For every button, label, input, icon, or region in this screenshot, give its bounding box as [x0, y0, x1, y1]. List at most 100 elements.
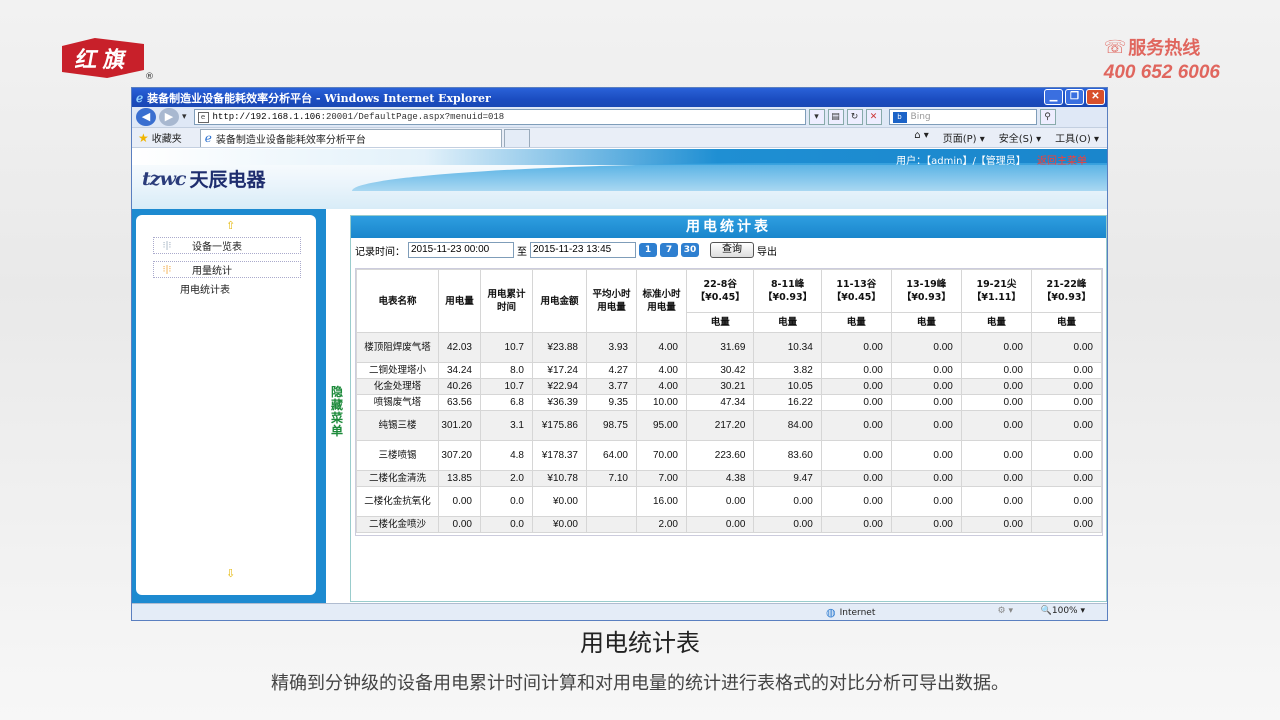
page-menu[interactable]: 页面(P) ▾: [943, 130, 985, 145]
table-row: 二铜处理塔小 34.24 8.0 ¥17.24 4.27 4.00 30.42 3.82 0.0…: [356, 362, 1103, 379]
compat-view-button[interactable]: ▤: [827, 109, 844, 125]
cell-period-5: 0.00: [960, 486, 1032, 517]
tools-menu[interactable]: 工具(O) ▾: [1055, 130, 1099, 145]
col-header-avg-hour: 平均小时用电量: [586, 269, 637, 333]
cell-amount: ¥178.37: [532, 440, 587, 471]
service-hotline: ☏ 服务热线 400 652 6006: [1104, 34, 1220, 84]
cell-std: 10.00: [636, 394, 687, 411]
range-1-day-button[interactable]: 1: [639, 243, 657, 257]
cell-period-2: 83.60: [753, 440, 822, 471]
search-input[interactable]: b Bing: [888, 109, 1037, 125]
cell-period-4: 0.00: [890, 378, 962, 395]
phone-icon: ☏: [1103, 36, 1127, 58]
close-button[interactable]: ✕: [1086, 89, 1105, 105]
globe-icon: ◍: [826, 606, 836, 619]
refresh-button[interactable]: ↻: [846, 109, 863, 125]
search-placeholder: Bing: [910, 112, 931, 122]
col-header-period-6: 21-22峰【¥0.93】: [1030, 269, 1103, 313]
col-subheader: 电量: [685, 312, 755, 333]
col-subheader: 电量: [890, 312, 962, 333]
url-input[interactable]: e http://192.168.1.106:20001/DefaultPage…: [193, 109, 806, 125]
favorites-label[interactable]: 收藏夹: [152, 130, 182, 145]
cell-period-1: 0.00: [685, 516, 755, 533]
cell-std: 7.00: [636, 470, 687, 487]
favorites-bar: ★ 收藏夹 ℯ 装备制造业设备能耗效率分析平台 ⌂ ▾ 页面(P) ▾ 安全(S…: [132, 128, 1107, 148]
home-icon[interactable]: ⌂ ▾: [914, 130, 929, 145]
cell-period-3: 0.00: [820, 486, 892, 517]
restore-button[interactable]: ❐: [1065, 89, 1084, 105]
sidebar-item-device-list[interactable]: ⁝|⁝ 设备一览表: [153, 237, 301, 254]
cell-time: 4.8: [480, 440, 533, 471]
cell-period-5: 0.00: [960, 516, 1032, 533]
cell-period-2: 9.47: [753, 470, 822, 487]
forward-button[interactable]: ▶: [159, 108, 179, 126]
search-button[interactable]: ⚲: [1039, 109, 1056, 125]
app-brand: tzwc 天辰电器: [142, 165, 266, 192]
cell-period-1: 0.00: [685, 486, 755, 517]
scroll-up-arrow-icon[interactable]: ⇧: [226, 219, 235, 232]
cell-period-2: 3.82: [753, 362, 822, 379]
url-host: http://192.168.1.106: [212, 112, 321, 122]
protected-mode-icon[interactable]: ⚙ ▾: [998, 606, 1013, 616]
cell-avg: 64.00: [586, 440, 637, 471]
cell-period-5: 0.00: [960, 332, 1032, 363]
stop-button[interactable]: ✕: [865, 109, 882, 125]
window-titlebar[interactable]: ℯ 装备制造业设备能耗效率分析平台 - Windows Internet Exp…: [132, 88, 1107, 107]
cell-period-5: 0.00: [960, 410, 1032, 441]
minimize-button[interactable]: ▁: [1044, 89, 1063, 105]
hide-menu-toggle[interactable]: 隐藏菜单: [329, 386, 345, 438]
brand-name: 天辰电器: [189, 169, 266, 191]
end-time-input[interactable]: 2015-11-23 13:45: [530, 242, 636, 258]
dial-icon: ⁝|⁝: [162, 240, 172, 251]
safety-menu[interactable]: 安全(S) ▾: [999, 130, 1041, 145]
zoom-level[interactable]: 🔍100% ▾: [1041, 606, 1085, 616]
range-30-day-button[interactable]: 30: [681, 243, 699, 257]
col-header-period-2: 8-11峰【¥0.93】: [753, 269, 822, 313]
scroll-down-arrow-icon[interactable]: ⇩: [226, 567, 235, 580]
history-dropdown-icon[interactable]: ▾: [182, 112, 187, 122]
report-title: 用电统计表: [351, 216, 1106, 238]
table-row: 化金处理塔 40.26 10.7 ¥22.94 3.77 4.00 30.21 10.05 0.…: [356, 378, 1103, 395]
tab-ie-icon: ℯ: [204, 131, 212, 145]
start-time-input[interactable]: 2015-11-23 00:00: [408, 242, 514, 258]
cell-usage: 0.00: [438, 516, 481, 533]
cell-usage: 34.24: [438, 362, 481, 379]
table-row: 三楼喷锡 307.20 4.8 ¥178.37 64.00 70.00 223.60 83.6…: [356, 440, 1103, 471]
back-button[interactable]: ◀: [136, 108, 156, 126]
sidebar-item-usage-stats[interactable]: ⁝|⁝ 用量统计: [153, 261, 301, 278]
cell-period-5: 0.00: [960, 470, 1032, 487]
usage-table-container: 电表名称 用电量 用电累计时间 用电金额 平均小时用电量 标准小时用电量 22-…: [355, 268, 1103, 536]
logo-registered-mark: ®: [145, 72, 154, 82]
new-tab-button[interactable]: [503, 128, 530, 147]
caption-title: 用电统计表: [580, 629, 700, 657]
cell-std: 16.00: [636, 486, 687, 517]
export-link[interactable]: 导出: [757, 243, 777, 258]
cell-std: 4.00: [636, 362, 687, 379]
url-dropdown-button[interactable]: ▾: [808, 109, 825, 125]
cell-period-5: 0.00: [960, 362, 1032, 379]
cell-time: 10.7: [480, 332, 533, 363]
cell-name: 三楼喷锡: [356, 440, 439, 471]
cell-period-4: 0.00: [890, 470, 962, 487]
cell-period-3: 0.00: [820, 332, 892, 363]
favorites-star-icon[interactable]: ★: [138, 131, 149, 145]
cell-amount: ¥23.88: [532, 332, 587, 363]
caption-description: 精确到分钟级的设备用电累计时间计算和对用电量的统计进行表格式的对比分析可导出数据…: [271, 673, 1009, 694]
status-zone-label: Internet: [839, 607, 876, 618]
cell-usage: 307.20: [438, 440, 481, 471]
cell-name: 二铜处理塔小: [356, 362, 439, 379]
usage-table-body: 楼顶阻焊废气塔 42.03 10.7 ¥23.88 3.93 4.00 31.69 10.34…: [356, 332, 1103, 533]
col-header-period-5: 19-21尖【¥1.11】: [960, 269, 1032, 313]
usage-table: 电表名称 用电量 用电累计时间 用电金额 平均小时用电量 标准小时用电量 22-…: [356, 269, 1103, 533]
back-to-main-menu-link[interactable]: 返回主菜单: [1037, 156, 1087, 167]
cell-avg: 98.75: [586, 410, 637, 441]
cell-period-3: 0.00: [820, 516, 892, 533]
range-7-day-button[interactable]: 7: [660, 243, 678, 257]
col-subheader: 电量: [1030, 312, 1103, 333]
sidebar-subitem-power-report[interactable]: 用电统计表: [180, 281, 230, 296]
cell-period-6: 0.00: [1030, 394, 1103, 411]
query-button[interactable]: 查询: [710, 242, 754, 258]
cell-period-1: 223.60: [685, 440, 755, 471]
browser-tab-active[interactable]: ℯ 装备制造业设备能耗效率分析平台: [199, 128, 502, 147]
table-row: 二楼化金清洗 13.85 2.0 ¥10.78 7.10 7.00 4.38 9.47 0.00…: [356, 470, 1103, 487]
